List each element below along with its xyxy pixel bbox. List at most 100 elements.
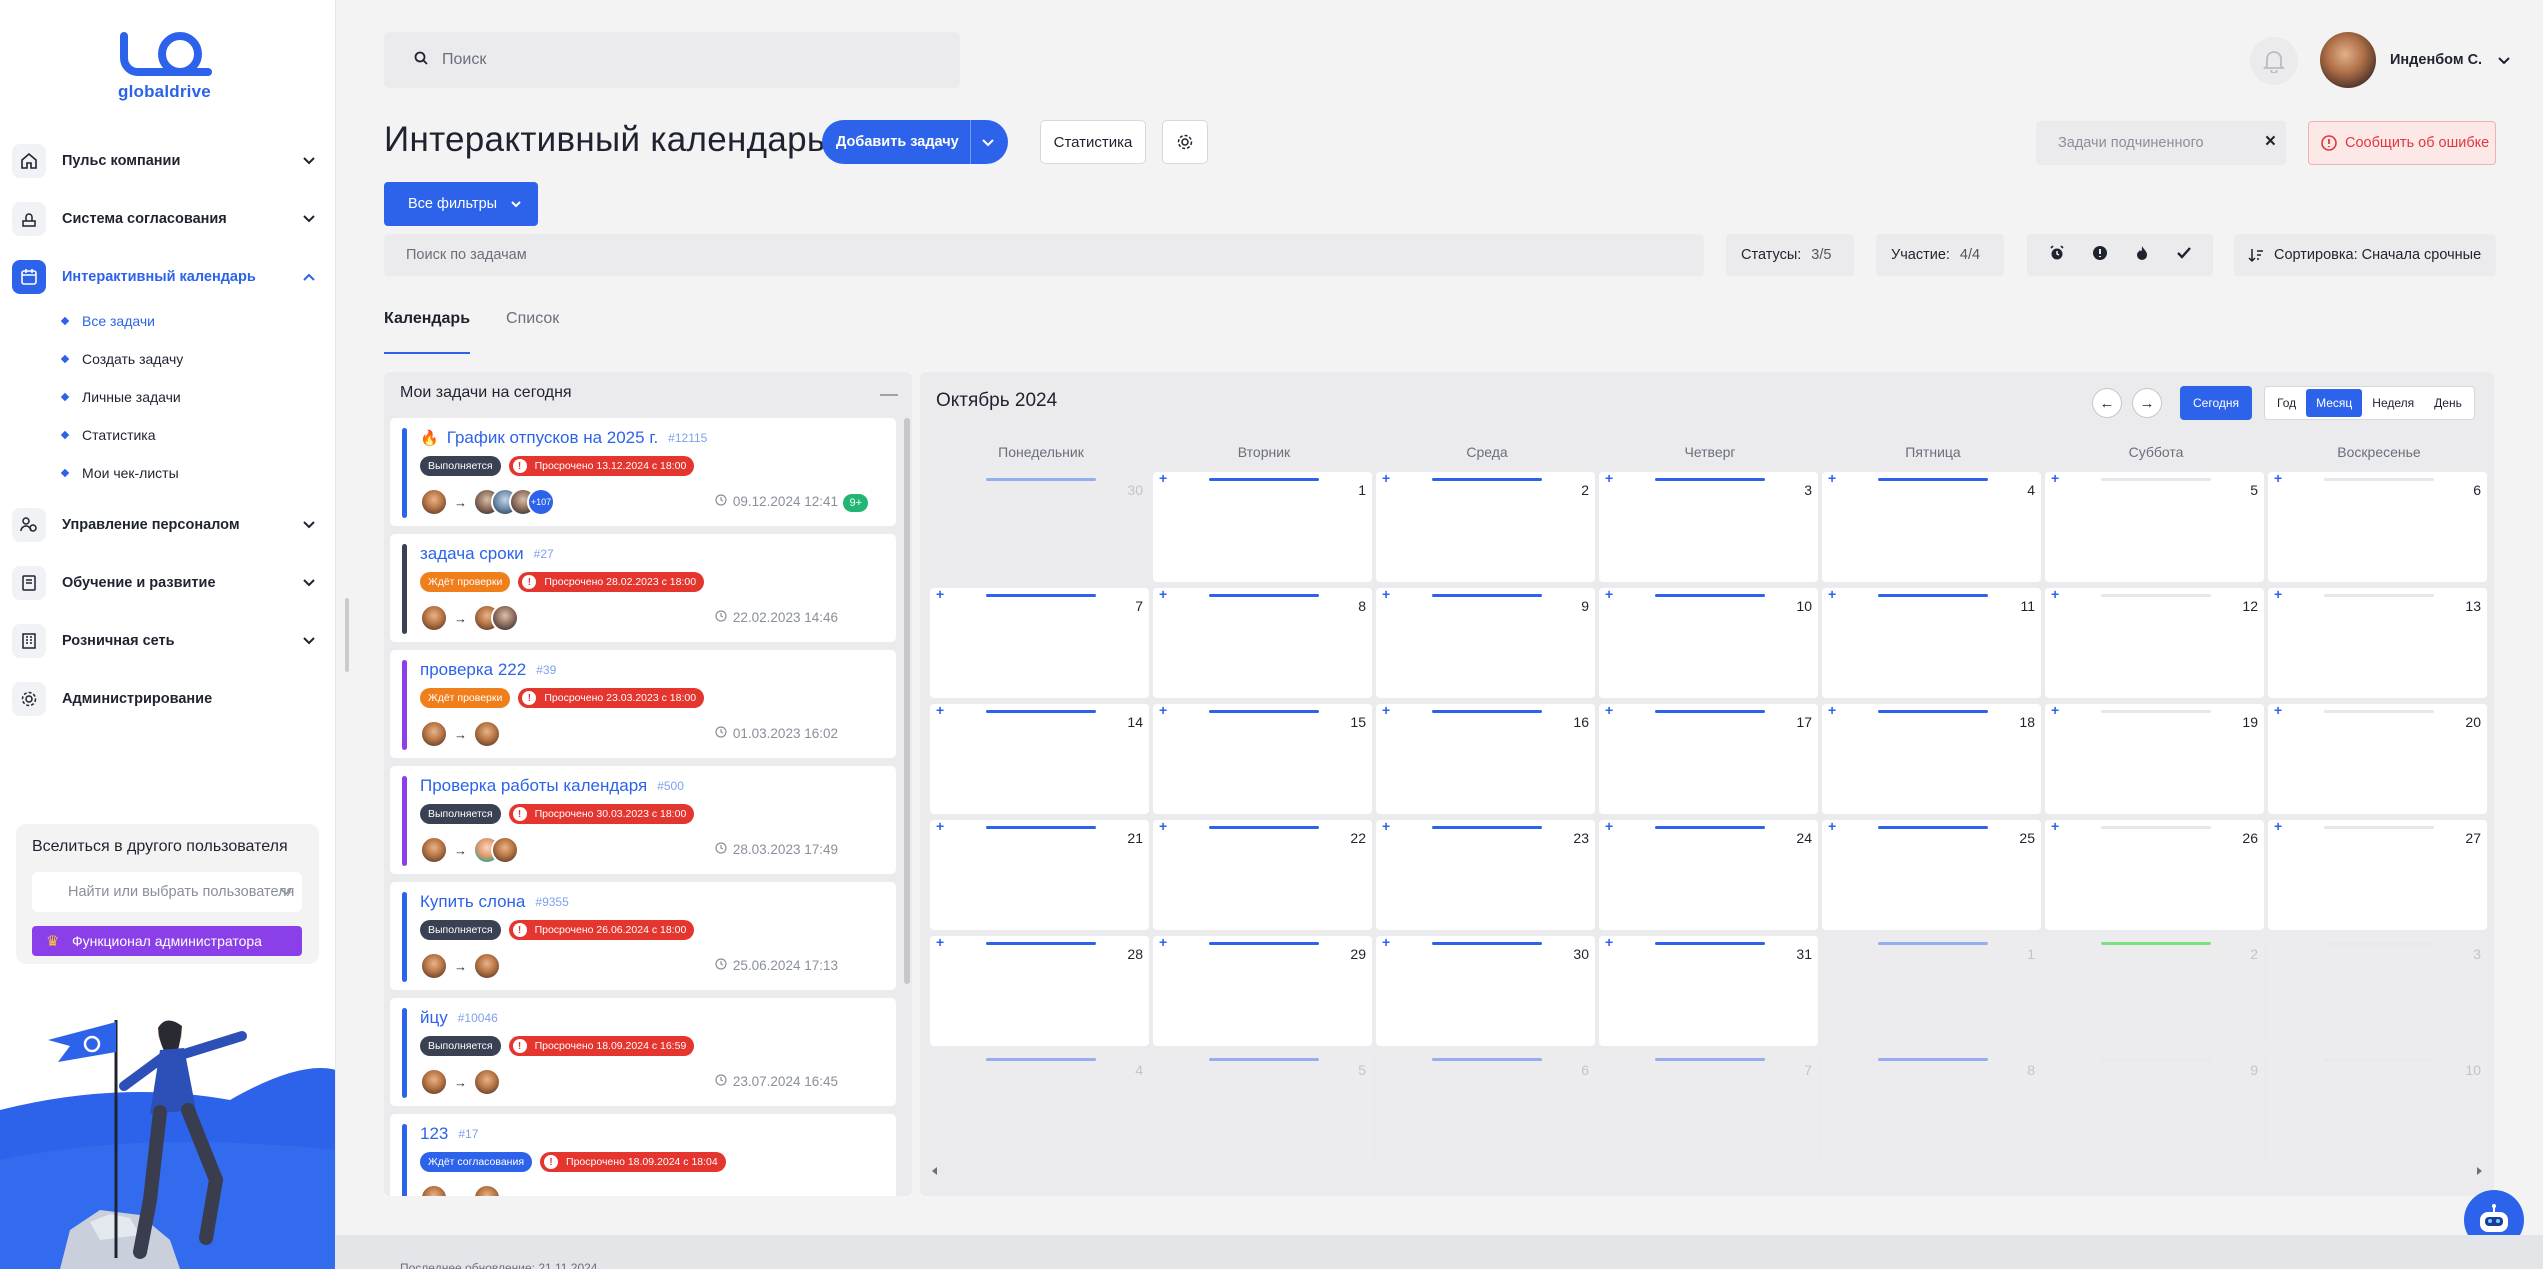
add-event-icon[interactable]: + [1382,934,1390,950]
view-month-button[interactable]: Месяц [2306,389,2363,417]
calendar-day-cell[interactable]: +29 [1153,934,1372,1046]
task-card[interactable]: задача сроки #27 Ждёт проверки! Просрочено … [390,534,896,642]
calendar-day-cell[interactable]: +14 [930,702,1149,814]
sidebar-subitem-create-task[interactable]: Создать задачу [60,347,183,371]
event-bar[interactable] [1432,826,1542,829]
calendar-day-cell[interactable]: 30 [930,472,1149,582]
event-bar[interactable] [2324,942,2434,945]
calendar-day-cell[interactable]: 1 [1822,936,2041,1046]
sidebar-subitem-checklists[interactable]: Мои чек-листы [60,461,179,485]
calendar-day-cell[interactable]: 5 [1153,1052,1372,1162]
task-card[interactable]: Проверка работы календаря #500 Выполняется… [390,766,896,874]
event-bar[interactable] [1209,826,1319,829]
event-bar[interactable] [986,710,1096,713]
notifications-button[interactable] [2250,37,2298,85]
event-bar[interactable] [986,942,1096,945]
event-bar[interactable] [2101,826,2211,829]
calendar-day-cell[interactable]: +30 [1376,934,1595,1046]
event-bar[interactable] [2101,710,2211,713]
calendar-day-cell[interactable]: +1 [1153,470,1372,582]
event-bar[interactable] [2101,478,2211,481]
calendar-day-cell[interactable]: +3 [1599,470,1818,582]
event-bar[interactable] [1878,594,1988,597]
participation-filter[interactable]: Участие: 4/4 [1876,234,2004,276]
event-bar[interactable] [2101,942,2211,945]
flame-icon[interactable] [2135,245,2149,265]
calendar-day-cell[interactable]: +21 [930,818,1149,930]
add-event-icon[interactable]: + [1605,702,1613,718]
calendar-day-cell[interactable]: +23 [1376,818,1595,930]
calendar-day-cell[interactable]: +10 [1599,586,1818,698]
exclamation-icon[interactable] [2092,245,2108,265]
sidebar-item-interactive-calendar[interactable]: Интерактивный календарь [12,257,322,297]
event-bar[interactable] [1655,826,1765,829]
calendar-day-cell[interactable]: 7 [1599,1052,1818,1162]
report-error-button[interactable]: Сообщить об ошибке [2308,121,2496,165]
sidebar-item-retail[interactable]: Розничная сеть [12,621,322,661]
sidebar-subitem-personal-tasks[interactable]: Личные задачи [60,385,181,409]
avatar[interactable] [420,720,448,748]
event-bar[interactable] [2324,1058,2434,1061]
calendar-day-cell[interactable]: +20 [2268,702,2487,814]
add-event-icon[interactable]: + [1159,934,1167,950]
task-card[interactable]: Купить слона #9355 Выполняется! Просрочено … [390,882,896,990]
statuses-filter[interactable]: Статусы: 3/5 [1726,234,1854,276]
task-card[interactable]: 🔥 График отпусков на 2025 г. #12115 Выполня… [390,418,896,526]
global-search[interactable] [384,32,960,88]
subordinate-tasks-field[interactable]: Задачи подчиненного × [2036,121,2286,165]
avatar[interactable] [420,1184,448,1196]
participants-count[interactable]: +107 [527,488,555,516]
add-event-icon[interactable]: + [1382,702,1390,718]
calendar-day-cell[interactable]: +25 [1822,818,2041,930]
calendar-day-cell[interactable]: 2 [2045,936,2264,1046]
event-bar[interactable] [1209,942,1319,945]
task-card[interactable]: йцу #10046 Выполняется! Просрочено 18.09.20… [390,998,896,1106]
task-card[interactable]: проверка 222 #39 Ждёт проверки! Просрочено … [390,650,896,758]
event-bar[interactable] [1432,710,1542,713]
calendar-day-cell[interactable]: +27 [2268,818,2487,930]
event-bar[interactable] [1655,710,1765,713]
task-title[interactable]: йцу #10046 [420,1008,498,1028]
logo[interactable]: globaldrive [116,30,221,102]
calendar-day-cell[interactable]: +15 [1153,702,1372,814]
calendar-day-cell[interactable]: +4 [1822,470,2041,582]
task-title[interactable]: задача сроки #27 [420,544,554,564]
avatar[interactable] [473,952,501,980]
task-card[interactable]: 123 #17 Ждёт согласования! Просрочено 18.09… [390,1114,896,1196]
calendar-day-cell[interactable]: +17 [1599,702,1818,814]
tab-calendar[interactable]: Календарь [384,310,471,354]
statistics-button[interactable]: Статистика [1040,120,1146,164]
add-event-icon[interactable]: + [2274,702,2282,718]
alarm-clock-icon[interactable] [2049,245,2065,265]
add-event-icon[interactable]: + [1828,586,1836,602]
event-bar[interactable] [1432,478,1542,481]
event-bar[interactable] [1878,826,1988,829]
avatar[interactable] [473,1184,501,1196]
calendar-day-cell[interactable]: +18 [1822,702,2041,814]
next-month-button[interactable]: → [2132,388,2162,418]
event-bar[interactable] [1655,1058,1765,1061]
view-day-button[interactable]: День [2424,389,2472,417]
calendar-day-cell[interactable]: +28 [930,934,1149,1046]
add-event-icon[interactable]: + [1605,818,1613,834]
event-bar[interactable] [2101,594,2211,597]
avatar[interactable] [420,952,448,980]
prev-month-button[interactable]: ← [2092,388,2122,418]
event-bar[interactable] [2324,710,2434,713]
collapse-panel-button[interactable] [880,394,898,396]
avatar[interactable] [491,604,519,632]
view-year-button[interactable]: Год [2267,389,2306,417]
chevron-down-icon[interactable] [982,135,994,151]
event-bar[interactable] [986,478,1096,481]
event-bar[interactable] [1655,478,1765,481]
global-search-input[interactable] [442,51,922,69]
calendar-day-cell[interactable]: +24 [1599,818,1818,930]
add-event-icon[interactable]: + [1605,470,1613,486]
calendar-day-cell[interactable]: +16 [1376,702,1595,814]
avatar[interactable] [473,720,501,748]
add-event-icon[interactable]: + [1159,818,1167,834]
comments-count-badge[interactable]: 9+ [843,494,868,512]
calendar-day-cell[interactable]: +19 [2045,702,2264,814]
event-bar[interactable] [1209,594,1319,597]
calendar-day-cell[interactable]: +22 [1153,818,1372,930]
